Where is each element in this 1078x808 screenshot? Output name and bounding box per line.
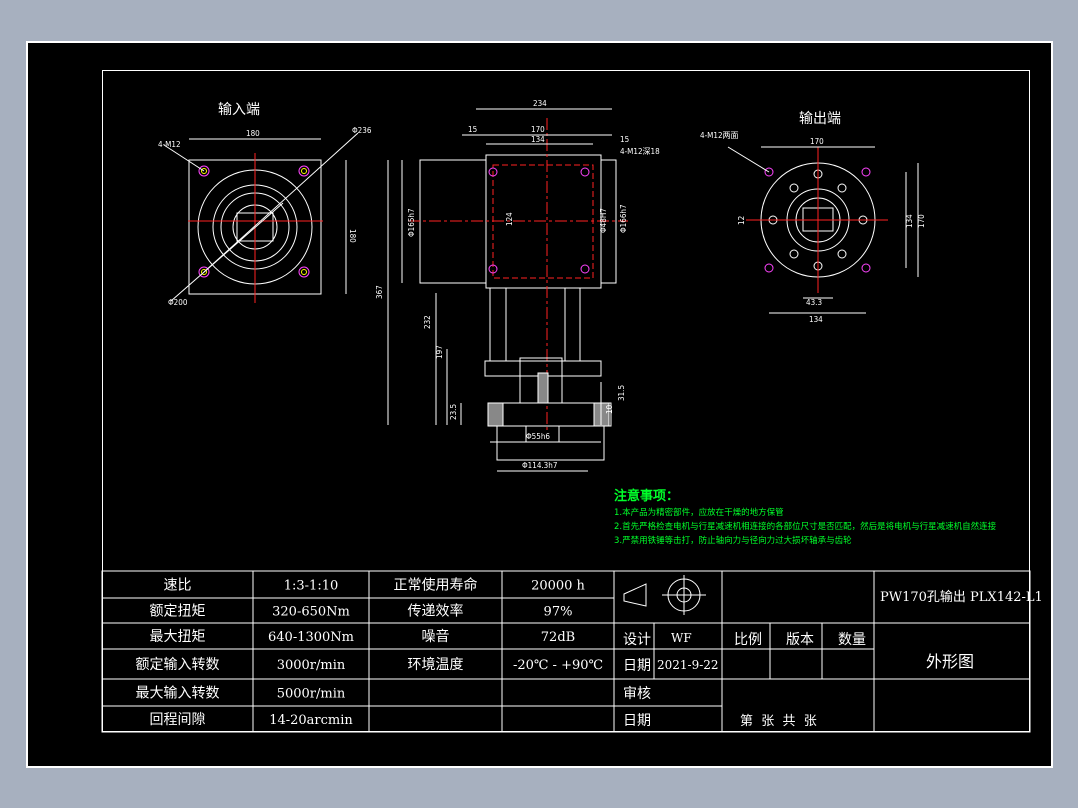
dim-front-235: 23.5	[449, 404, 458, 420]
drawing-type: 外形图	[926, 652, 974, 671]
spec-cell-label: 最大扭矩	[150, 629, 206, 645]
spec-cell-label: 最大输入转数	[136, 686, 220, 702]
cad-drawing-viewport[interactable]: 输入端 180 4-M12 Φ236 Φ200 180 234 15 170 1…	[26, 41, 1053, 768]
spec-table	[101, 570, 615, 733]
dim-front-134: 134	[531, 135, 545, 144]
dim-front-10: 10	[605, 404, 614, 414]
dim-front-315: 31.5	[617, 385, 626, 401]
input-view-title: 输入端	[218, 102, 260, 118]
spec-cell-value2: 20000 h	[531, 579, 585, 594]
sheet-text: 第 张 共 张	[740, 714, 817, 729]
dim-front-15a: 15	[468, 125, 477, 134]
drawing-name: PW170孔输出 PLX142-L1	[880, 589, 1043, 605]
output-end-view: 输出端 170 4-M12两面 12 134 170 43.3 134	[700, 111, 926, 324]
dim-output-170: 170	[810, 137, 824, 146]
design-label: 设计	[623, 632, 651, 648]
spec-cell-label2: 传递效率	[408, 603, 464, 620]
spec-cell-value2: -20℃ - +90℃	[513, 658, 603, 673]
dim-front-15b: 15	[620, 135, 629, 144]
dim-front-d3: Φ166h7	[619, 204, 628, 233]
spec-cell-value: 5000r/min	[277, 687, 346, 702]
dim-front-197: 197	[435, 345, 444, 359]
spec-cell-label: 额定输入转数	[136, 657, 220, 673]
note-3: 3.严禁用铁锤等击打，防止轴向力与径向力过大损坏轴承与齿轮	[614, 535, 852, 546]
front-section-view: 234 15 170 134 15 4-M12深18 Φ165h7 124 Φ4…	[375, 99, 660, 472]
notes-block: 注意事项： 1.本产品为精密部件，应放在干燥的地方保管 2.首先严格检查电机与行…	[614, 488, 997, 546]
output-view-title: 输出端	[799, 111, 841, 127]
dim-front-d2: Φ48H7	[599, 208, 608, 233]
notes-title: 注意事项：	[614, 488, 679, 504]
date-label: 日期	[623, 658, 651, 674]
dim-input-width: 180	[246, 129, 260, 138]
date-value: 2021-9-22	[657, 658, 719, 672]
spec-cell-label2: 正常使用寿命	[394, 577, 478, 594]
spec-cell-value2: 72dB	[541, 630, 575, 645]
dim-front-length: 234	[533, 99, 547, 108]
note-1: 1.本产品为精密部件，应放在干燥的地方保管	[614, 507, 784, 518]
spec-cell-value: 14-20arcmin	[269, 713, 353, 728]
title-block-text: PW170孔输出 PLX142-L1 设计 WF 比例 版本 数量 日期 202…	[623, 589, 1043, 729]
drawing-canvas: 输入端 180 4-M12 Φ236 Φ200 180 234 15 170 1…	[101, 99, 1043, 733]
dim-input-diag: Φ236	[352, 126, 372, 135]
dim-front-d5: Φ114.3h7	[522, 461, 557, 470]
spec-cell-value: 1:3-1:10	[284, 579, 339, 594]
dim-output-134v: 134	[905, 214, 914, 228]
dim-front-d1: Φ165h7	[407, 208, 416, 237]
review-label: 审核	[623, 686, 651, 702]
dim-output-433: 43.3	[806, 298, 822, 307]
date2-label: 日期	[623, 713, 651, 729]
spec-cell-label2: 环境温度	[408, 657, 464, 673]
spec-cell-value: 3000r/min	[277, 658, 346, 673]
spec-cell-value: 320-650Nm	[272, 605, 350, 620]
dim-output-12: 12	[737, 216, 746, 225]
spec-cell-label: 回程间隙	[150, 712, 206, 728]
dim-front-232: 232	[423, 315, 432, 329]
designer-name: WF	[671, 631, 692, 645]
spec-cell-label: 额定扭矩	[150, 604, 206, 620]
spec-cell-label2: 噪音	[422, 628, 450, 645]
dim-front-170: 170	[531, 125, 545, 134]
dim-front-holes: 4-M12深18	[620, 147, 660, 156]
version-label: 版本	[786, 632, 814, 648]
input-end-view: 输入端 180 4-M12 Φ236 Φ200 180	[158, 102, 372, 307]
dim-input-circle: Φ200	[168, 298, 188, 307]
scale-label: 比例	[734, 632, 762, 648]
dim-front-367: 367	[375, 285, 384, 299]
spec-cell-value2: 97%	[544, 605, 573, 620]
dim-front-124: 124	[505, 212, 514, 226]
dim-input-height: 180	[348, 229, 357, 243]
dim-output-134h: 134	[809, 315, 823, 324]
spec-cell-value: 640-1300Nm	[268, 630, 354, 645]
qty-label: 数量	[838, 632, 866, 648]
spec-cell-label: 速比	[164, 578, 192, 594]
dim-output-170v: 170	[917, 214, 926, 228]
note-2: 2.首先严格检查电机与行星减速机相连接的各部位尺寸是否匹配，然后是将电机与行星减…	[614, 521, 997, 532]
dim-input-holes: 4-M12	[158, 140, 181, 149]
dim-output-holes: 4-M12两面	[700, 131, 739, 140]
dim-front-d4: Φ55h6	[526, 432, 550, 441]
